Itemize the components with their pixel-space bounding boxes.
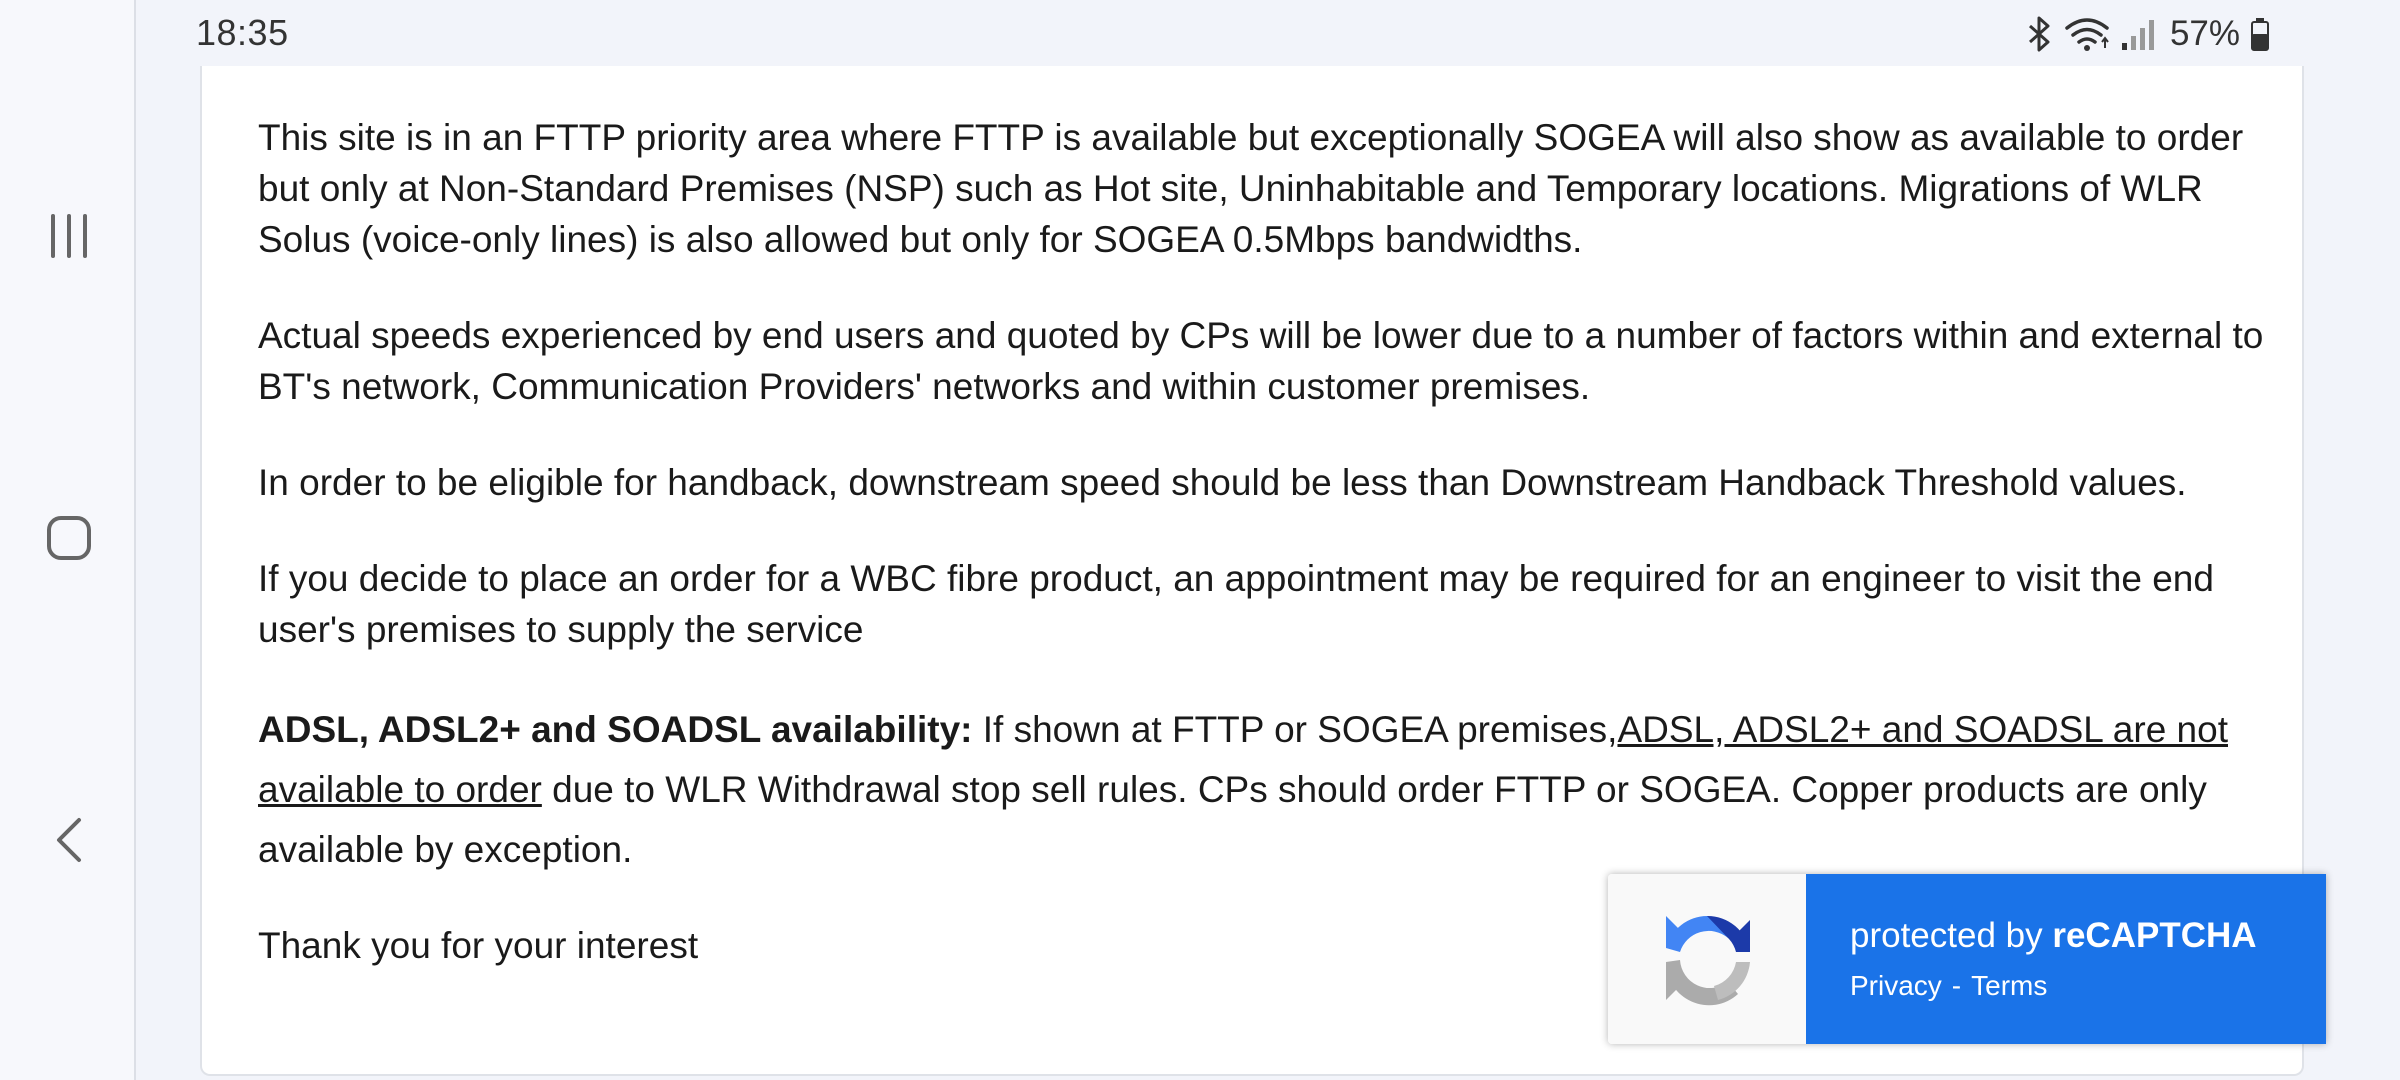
recaptcha-logo xyxy=(1608,874,1806,1044)
recaptcha-badge[interactable]: protected by reCAPTCHA Privacy - Terms xyxy=(1608,874,2326,1044)
status-bar: 18:35 57% xyxy=(136,0,2326,66)
adsl-text-1: If shown at FTTP or SOGEA premises, xyxy=(972,709,1618,750)
bluetooth-icon xyxy=(2028,16,2050,52)
status-icons: 57% xyxy=(2024,12,2270,56)
recaptcha-link-separator: - xyxy=(1951,970,1962,1001)
recaptcha-privacy-link[interactable]: Privacy xyxy=(1850,970,1942,1002)
battery-icon xyxy=(2251,18,2269,51)
home-button[interactable] xyxy=(37,506,101,570)
recaptcha-logo-icon xyxy=(1665,915,1750,1006)
fttp-priority-paragraph: This site is in an FTTP priority area wh… xyxy=(258,117,2244,260)
recent-apps-icon xyxy=(51,214,87,258)
handback-paragraph: In order to be eligible for handback, do… xyxy=(258,462,2187,503)
wifi-icon xyxy=(2065,18,2109,51)
recaptcha-protected-text: protected by reCAPTCHA xyxy=(1850,916,2326,956)
recent-apps-button[interactable] xyxy=(37,204,101,268)
status-time: 18:35 xyxy=(196,12,289,53)
signal-icon xyxy=(2121,20,2154,50)
recaptcha-brand: reCAPTCHA xyxy=(2052,916,2257,955)
adsl-heading: ADSL, ADSL2+ and SOADSL availability: xyxy=(258,709,973,750)
home-icon xyxy=(47,516,91,560)
back-icon xyxy=(57,818,81,862)
back-button[interactable] xyxy=(37,808,101,872)
wbc-order-paragraph: If you decide to place an order for a WB… xyxy=(258,558,2214,650)
navigation-rail xyxy=(0,0,136,1080)
recaptcha-protected-by: protected by xyxy=(1850,916,2053,955)
recaptcha-info: protected by reCAPTCHA Privacy - Terms xyxy=(1806,874,2326,1044)
adsl-availability-paragraph: ADSL, ADSL2+ and SOADSL availability: If… xyxy=(258,700,2298,880)
recaptcha-terms-link[interactable]: Terms xyxy=(1971,970,2047,1002)
battery-percent: 57% xyxy=(2169,14,2240,53)
adsl-text-2: due to WLR Withdrawal stop sell rules. C… xyxy=(258,769,2207,870)
speeds-paragraph: Actual speeds experienced by end users a… xyxy=(258,315,2264,407)
recaptcha-links: Privacy - Terms xyxy=(1850,970,2326,1002)
